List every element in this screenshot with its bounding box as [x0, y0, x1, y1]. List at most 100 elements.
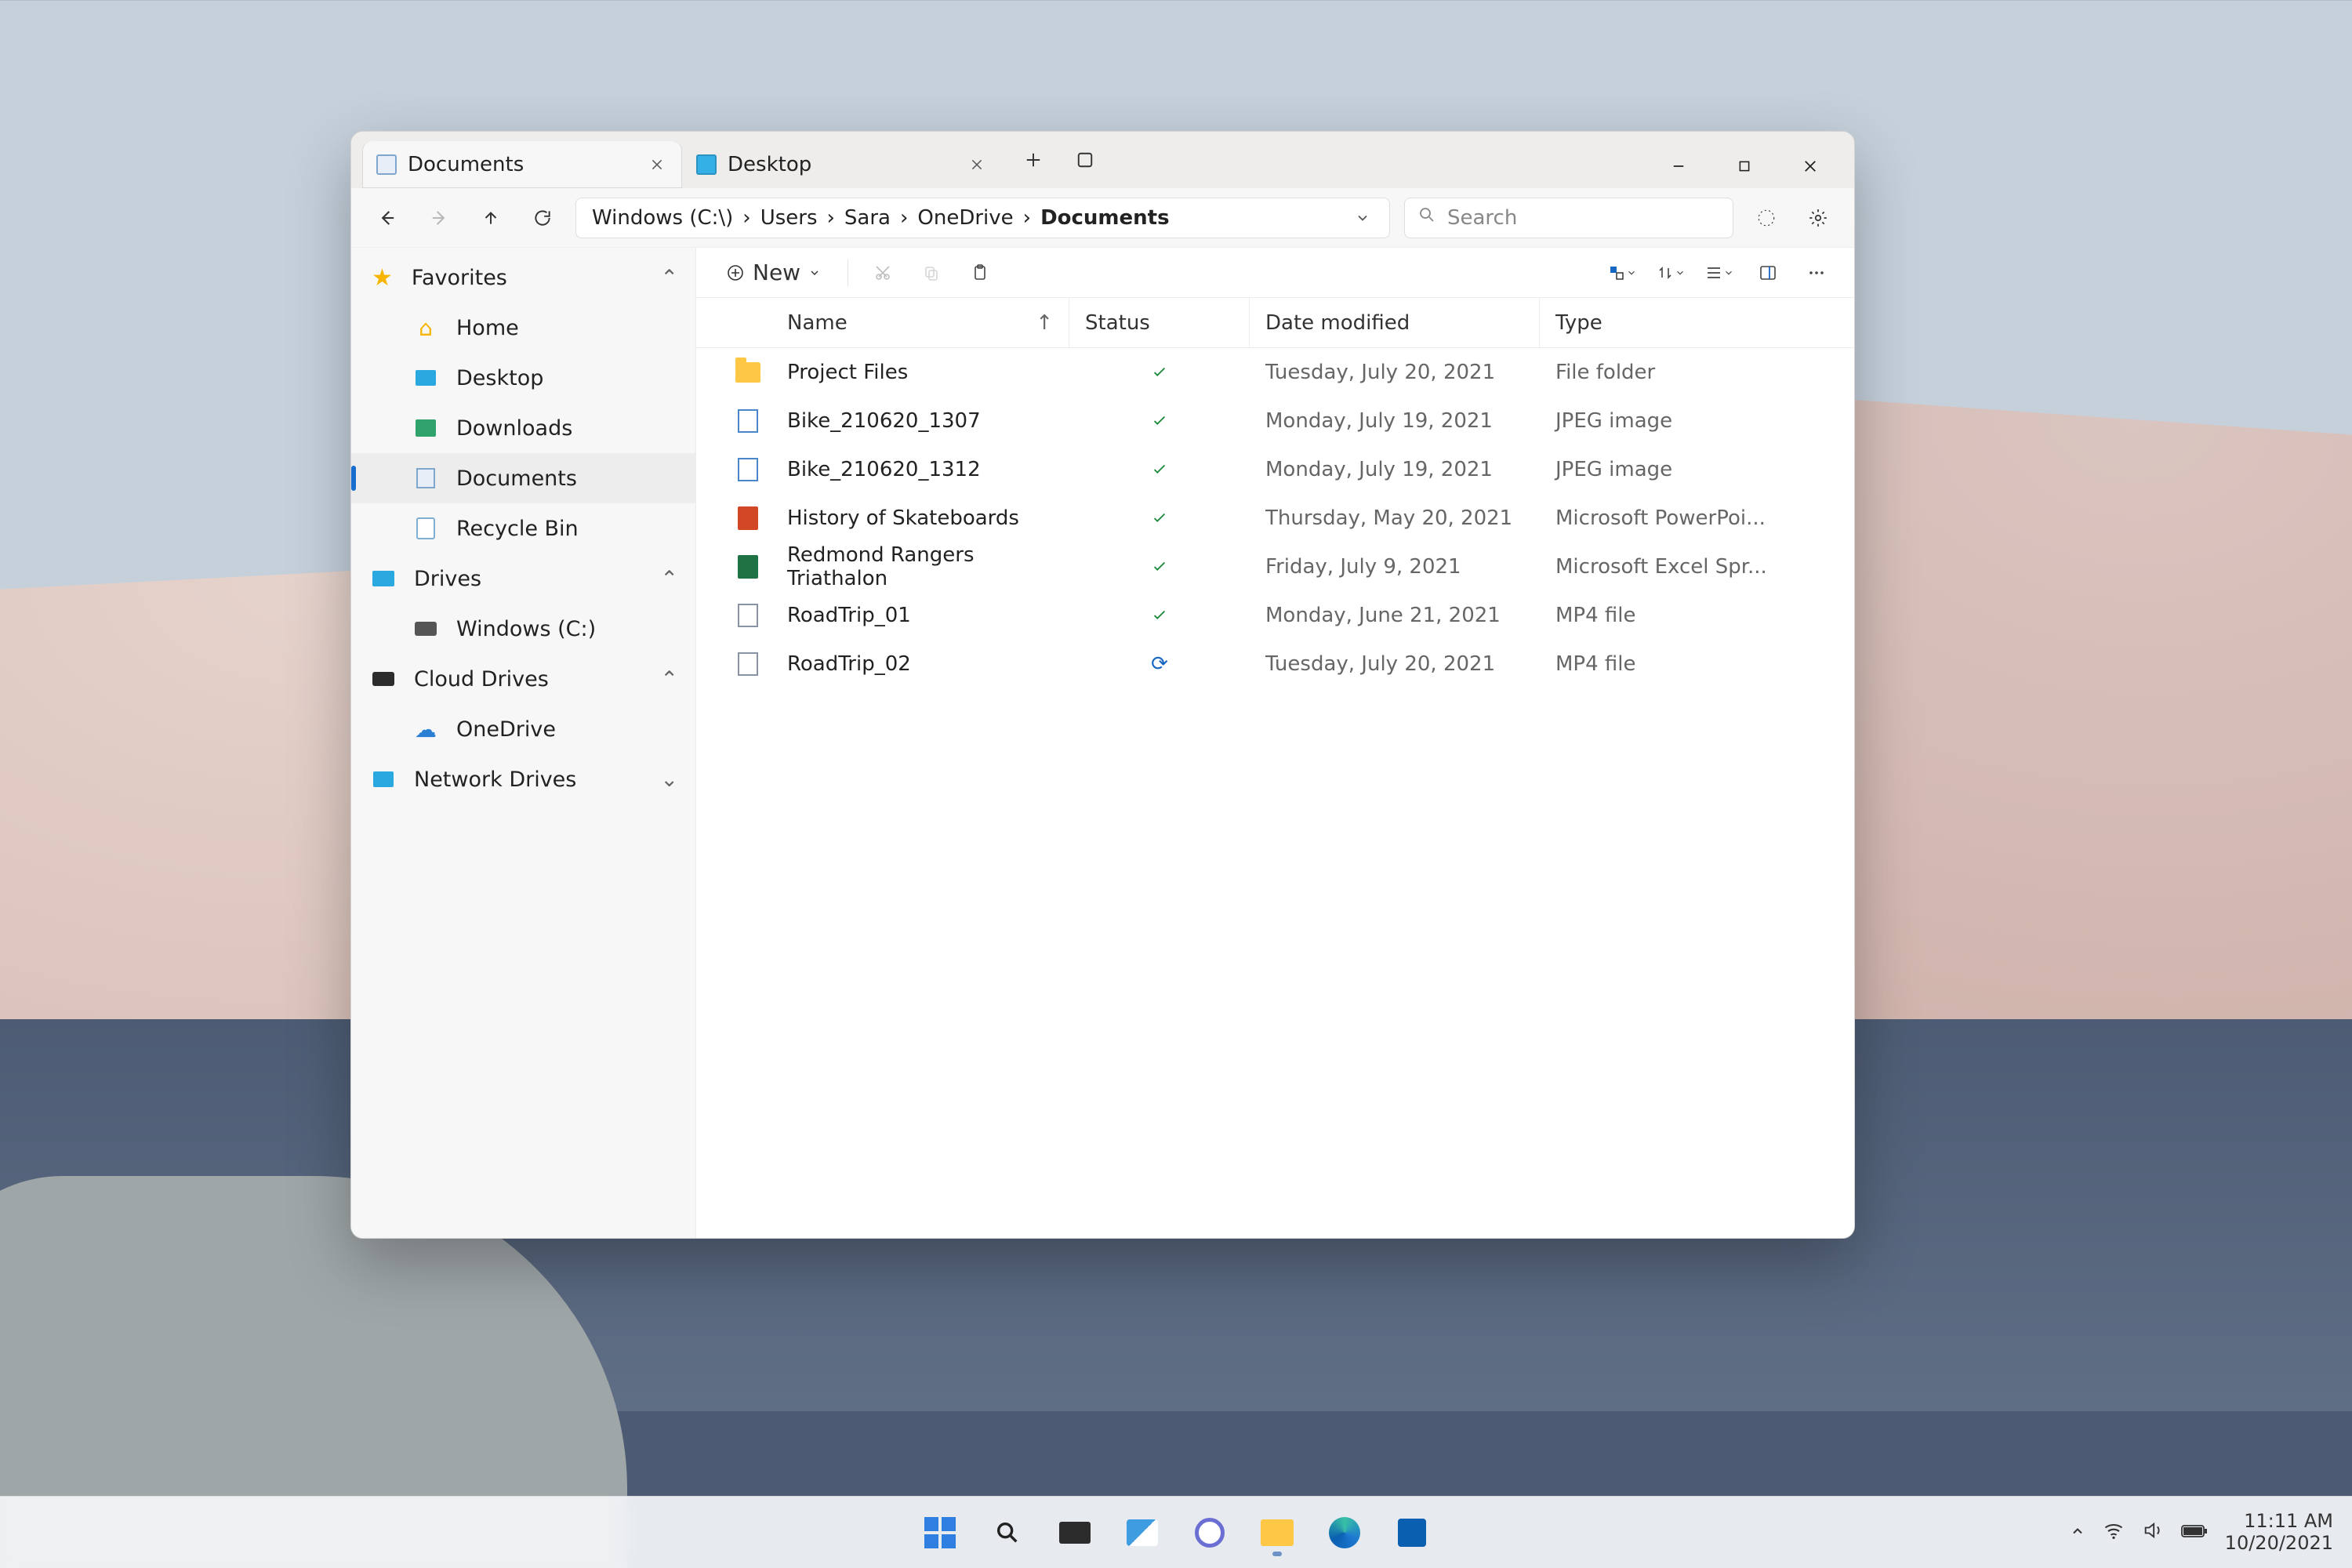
breadcrumb[interactable]: Windows (C:\)	[587, 206, 738, 230]
vid-icon	[738, 652, 758, 676]
sync-activity-icon[interactable]	[1748, 199, 1785, 237]
file-row[interactable]: Bike_210620_1312Monday, July 19, 2021JPE…	[696, 445, 1854, 494]
file-name: Bike_210620_1312	[771, 458, 1069, 481]
paste-button[interactable]	[963, 256, 997, 290]
sort-asc-icon: ↑	[1036, 311, 1053, 335]
breadcrumb-current[interactable]: Documents	[1036, 206, 1174, 230]
file-row[interactable]: RoadTrip_02⟳Tuesday, July 20, 2021MP4 fi…	[696, 640, 1854, 688]
more-button[interactable]	[1799, 256, 1834, 290]
taskbar-search-button[interactable]	[979, 1504, 1036, 1561]
address-bar[interactable]: Windows (C:\)› Users› Sara› OneDrive› Do…	[575, 198, 1390, 238]
sort-order-button[interactable]	[1653, 256, 1688, 290]
cloud-icon: ☁	[414, 717, 437, 741]
tab-close-button[interactable]	[966, 154, 988, 176]
refresh-button[interactable]	[524, 199, 561, 237]
img-icon	[738, 458, 758, 481]
tab-label: Documents	[408, 153, 635, 176]
start-button[interactable]	[912, 1504, 968, 1561]
clock[interactable]: 11:11 AM 10/20/2021	[2225, 1511, 2333, 1554]
file-name: RoadTrip_02	[771, 652, 1069, 676]
column-status[interactable]: Status	[1069, 298, 1250, 347]
file-status	[1069, 607, 1250, 624]
disk-icon	[414, 617, 437, 641]
minimize-button[interactable]	[1646, 144, 1711, 188]
chevron-up-icon: ⌃	[660, 567, 678, 591]
chat-button[interactable]	[1181, 1504, 1238, 1561]
up-button[interactable]	[472, 199, 510, 237]
sidebar-section-favorites[interactable]: ★ Favorites ⌃	[351, 252, 695, 303]
settings-button[interactable]	[1799, 199, 1837, 237]
taskbar: 11:11 AM 10/20/2021	[0, 1496, 2352, 1568]
file-name: Redmond Rangers Triathalon	[771, 543, 1069, 590]
breadcrumb[interactable]: Users	[756, 206, 822, 230]
search-box[interactable]: Search	[1404, 198, 1733, 238]
wifi-icon[interactable]	[2103, 1519, 2125, 1546]
breadcrumb[interactable]: Sara	[840, 206, 895, 230]
volume-icon[interactable]	[2142, 1519, 2164, 1546]
battery-icon[interactable]	[2181, 1522, 2208, 1544]
file-name: Project Files	[771, 361, 1069, 384]
desktop-icon	[414, 366, 437, 390]
view-button[interactable]	[1702, 256, 1737, 290]
synced-check-icon	[1151, 607, 1168, 624]
sidebar-section-network-drives[interactable]: Network Drives ⌄	[351, 754, 695, 804]
synced-check-icon	[1151, 510, 1168, 527]
sidebar-section-drives[interactable]: Drives ⌃	[351, 554, 695, 604]
tab-actions	[1002, 132, 1116, 188]
column-type[interactable]: Type	[1540, 298, 1854, 347]
sidebar-item-label: Home	[456, 316, 519, 340]
tray-time: 11:11 AM	[2225, 1511, 2333, 1533]
sidebar-item-desktop[interactable]: Desktop	[351, 353, 695, 403]
section-title: Drives	[414, 567, 481, 591]
close-window-button[interactable]	[1777, 144, 1843, 188]
sidebar-section-cloud-drives[interactable]: Cloud Drives ⌃	[351, 654, 695, 704]
new-tab-button[interactable]	[1011, 138, 1055, 182]
maximize-button[interactable]	[1711, 144, 1777, 188]
file-explorer-window: Documents Desktop	[350, 131, 1855, 1239]
column-name[interactable]: Name ↑	[771, 298, 1069, 347]
file-row[interactable]: History of SkateboardsThursday, May 20, …	[696, 494, 1854, 543]
breadcrumb[interactable]: OneDrive	[913, 206, 1018, 230]
sort-icon	[1607, 263, 1626, 282]
tab-close-button[interactable]	[646, 154, 668, 176]
copy-button[interactable]	[914, 256, 949, 290]
sort-button[interactable]	[1605, 256, 1639, 290]
tab-desktop[interactable]: Desktop	[682, 141, 1002, 188]
sidebar-item-windows-c[interactable]: Windows (C:)	[351, 604, 695, 654]
cut-button[interactable]	[866, 256, 900, 290]
star-icon: ★	[372, 264, 393, 292]
tab-documents[interactable]: Documents	[362, 141, 682, 188]
forward-button[interactable]	[420, 199, 458, 237]
back-button[interactable]	[368, 199, 406, 237]
edge-button[interactable]	[1316, 1504, 1373, 1561]
sidebar-item-home[interactable]: ⌂ Home	[351, 303, 695, 353]
vid-icon	[738, 604, 758, 627]
details-pane-button[interactable]	[1751, 256, 1785, 290]
widgets-icon	[1127, 1519, 1158, 1546]
tab-overview-button[interactable]	[1063, 138, 1107, 182]
column-date[interactable]: Date modified	[1250, 298, 1540, 347]
new-button[interactable]: New	[717, 256, 830, 290]
file-row[interactable]: Bike_210620_1307Monday, July 19, 2021JPE…	[696, 397, 1854, 445]
sidebar-item-downloads[interactable]: Downloads	[351, 403, 695, 453]
sidebar-item-label: OneDrive	[456, 717, 556, 742]
sidebar-item-onedrive[interactable]: ☁ OneDrive	[351, 704, 695, 754]
tab-strip: Documents Desktop	[362, 132, 1002, 188]
sidebar-item-label: Windows (C:)	[456, 617, 596, 641]
tray-overflow-button[interactable]	[2070, 1522, 2085, 1544]
widgets-button[interactable]	[1114, 1504, 1171, 1561]
sidebar-item-recycle-bin[interactable]: Recycle Bin	[351, 503, 695, 554]
synced-check-icon	[1151, 558, 1168, 575]
file-explorer-taskbar-button[interactable]	[1249, 1504, 1305, 1561]
file-row[interactable]: RoadTrip_01Monday, June 21, 2021MP4 file	[696, 591, 1854, 640]
file-row[interactable]: Redmond Rangers TriathalonFriday, July 9…	[696, 543, 1854, 591]
store-button[interactable]	[1384, 1504, 1440, 1561]
sidebar-item-documents[interactable]: Documents	[351, 453, 695, 503]
file-type: File folder	[1540, 361, 1854, 384]
address-dropdown-button[interactable]	[1344, 198, 1381, 238]
task-view-button[interactable]	[1047, 1504, 1103, 1561]
system-tray: 11:11 AM 10/20/2021	[2070, 1511, 2333, 1554]
file-row[interactable]: Project FilesTuesday, July 20, 2021File …	[696, 348, 1854, 397]
chevron-up-icon: ⌃	[660, 266, 678, 290]
file-explorer-icon	[1261, 1519, 1294, 1546]
